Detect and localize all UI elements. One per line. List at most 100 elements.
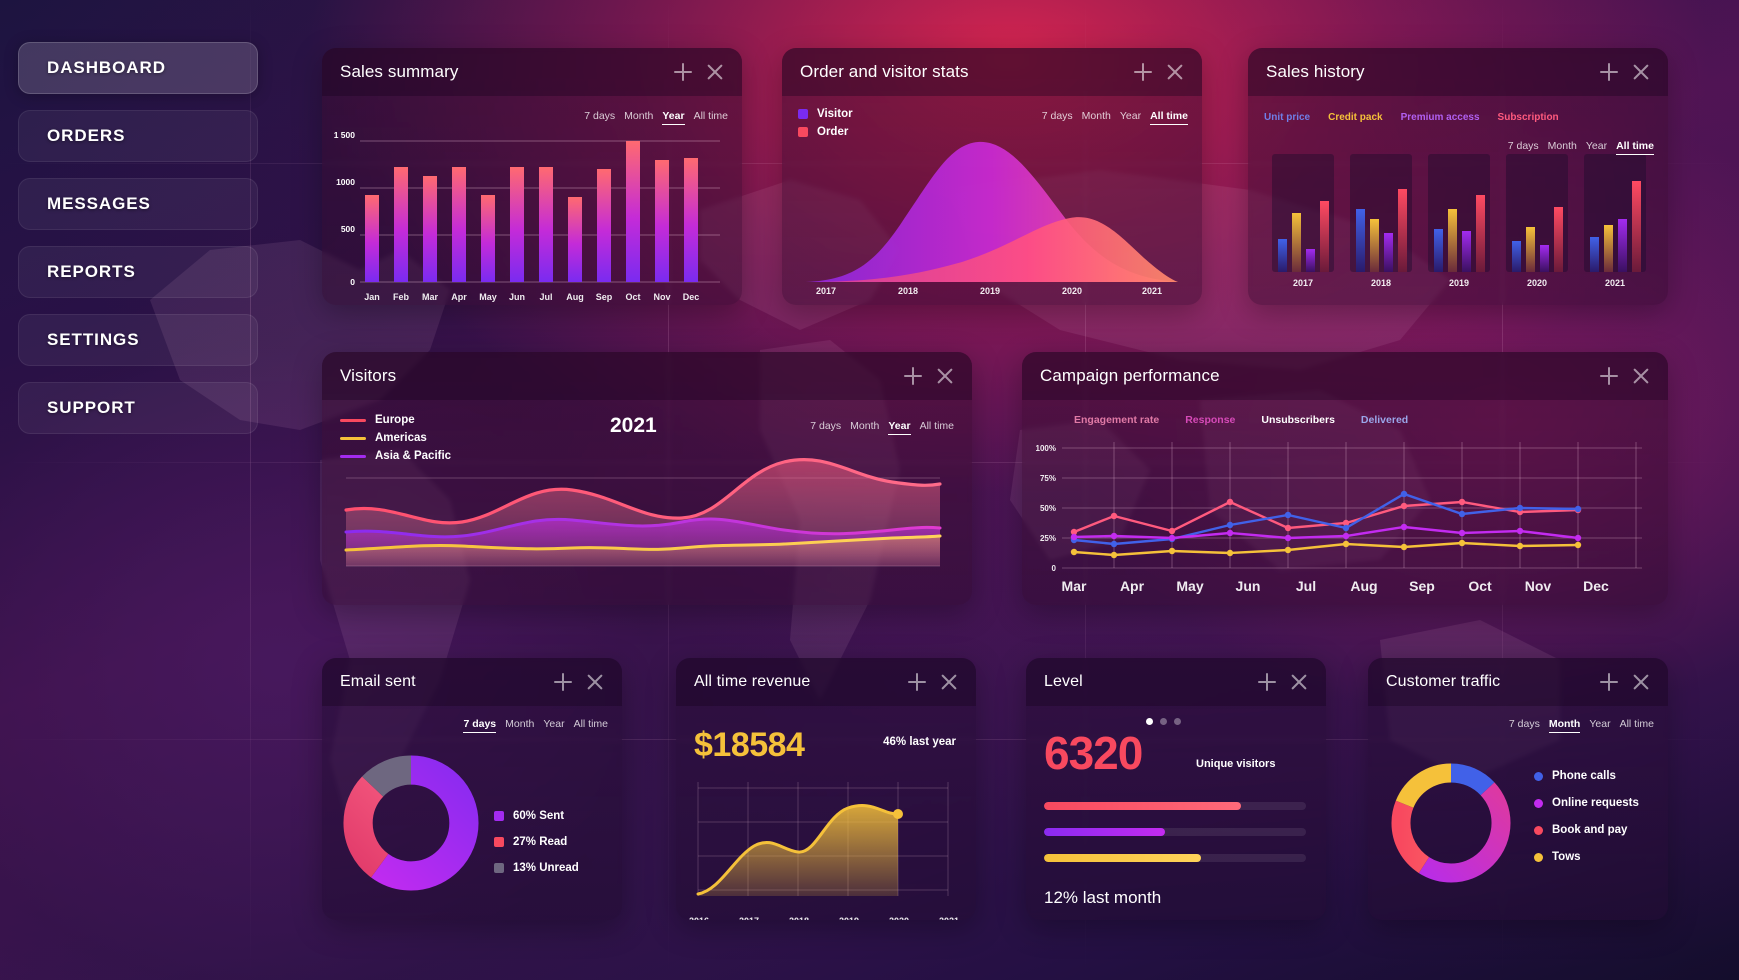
sidebar-item-settings[interactable]: SETTINGS [18,314,258,366]
close-icon[interactable] [936,367,954,385]
range-alltime[interactable]: All time [694,110,728,125]
series-response [1073,525,1579,540]
legend-item: Order [798,126,853,138]
range-year[interactable]: Year [1586,140,1607,155]
page-title: Order and visitor stats [800,62,969,81]
legend-swatch-sent [494,811,504,821]
plus-icon[interactable] [1600,673,1618,691]
range-alltime[interactable]: All time [574,718,608,733]
sidebar: DASHBOARD ORDERS MESSAGES REPORTS SETTIN… [18,42,258,450]
range-7days[interactable]: 7 days [584,110,615,125]
legend-premium-access[interactable]: Premium access [1401,112,1480,123]
close-icon[interactable] [1290,673,1308,691]
plus-icon[interactable] [904,367,922,385]
legend-credit-pack[interactable]: Credit pack [1328,112,1382,123]
range-7days[interactable]: 7 days [1509,718,1540,733]
pagination-dots[interactable] [1146,718,1181,725]
sidebar-item-reports[interactable]: REPORTS [18,246,258,298]
legend-item: 60% Sent [494,810,579,822]
card-body: 7 days Month Year All time Phone calls O… [1368,706,1668,920]
plus-icon[interactable] [908,673,926,691]
close-icon[interactable] [706,63,724,81]
range-7days[interactable]: 7 days [463,718,497,733]
legend-label: Online requests [1552,797,1639,809]
sidebar-item-orders[interactable]: ORDERS [18,110,258,162]
range-selector-visitors: 7 days Month Year All time [810,420,954,435]
page-title: Visitors [340,366,397,385]
pager-dot-3[interactable] [1174,718,1181,725]
legend-engagement-rate[interactable]: Engagement rate [1074,414,1159,426]
sidebar-item-label: ORDERS [47,126,126,145]
revenue-endpoint [893,809,903,819]
page-title: Customer traffic [1386,673,1501,690]
range-month[interactable]: Month [1082,110,1111,125]
pager-dot-2[interactable] [1160,718,1167,725]
pager-dot-1[interactable] [1146,718,1153,725]
sidebar-item-messages[interactable]: MESSAGES [18,178,258,230]
card-header: Email sent [322,658,622,706]
page-title: All time revenue [694,673,811,690]
level-bar-1-fill [1044,802,1241,810]
card-customer-traffic: Customer traffic 7 days Month Year All t… [1368,658,1668,920]
campaign-performance-chart: 100% 75% 50% 25% 0 [1036,442,1642,573]
range-month[interactable]: Month [505,718,534,733]
plus-icon[interactable] [674,63,692,81]
legend-swatch-tows [1534,852,1543,862]
range-alltime[interactable]: All time [1150,110,1188,125]
range-7days[interactable]: 7 days [1508,140,1539,155]
range-alltime[interactable]: All time [1620,718,1654,733]
legend-label: 13% Unread [513,862,579,874]
range-year[interactable]: Year [888,420,911,435]
card-body: 7 days Month Year All time 1 500 1000 50… [322,96,742,305]
legend-label: 60% Sent [513,810,565,822]
legend-swatch-book-and-pay [1534,825,1543,835]
legend-response[interactable]: Response [1185,414,1235,426]
plus-icon[interactable] [1600,63,1618,81]
range-year[interactable]: Year [1589,718,1610,733]
level-bar-2-fill [1044,828,1165,836]
card-level: Level 6320 Unique visitors 12% last mont… [1026,658,1326,920]
sidebar-item-dashboard[interactable]: DASHBOARD [18,42,258,94]
close-icon[interactable] [1166,63,1184,81]
sidebar-item-label: SUPPORT [47,398,136,417]
range-year[interactable]: Year [662,110,685,125]
range-year[interactable]: Year [1120,110,1141,125]
sidebar-item-support[interactable]: SUPPORT [18,382,258,434]
range-year[interactable]: Year [543,718,564,733]
close-icon[interactable] [1632,367,1650,385]
legend-swatch-order [798,127,808,137]
range-month[interactable]: Month [1548,718,1581,733]
plus-icon[interactable] [554,673,572,691]
legend-sales-history: Unit price Credit pack Premium access Su… [1264,112,1559,123]
close-icon[interactable] [1632,673,1650,691]
card-body: 7 days Month Year All time 60% Sent 27% … [322,706,622,920]
plus-icon[interactable] [1134,63,1152,81]
dashboard-root: DASHBOARD ORDERS MESSAGES REPORTS SETTIN… [0,0,1739,980]
close-icon[interactable] [586,673,604,691]
ytick-0: 0 [1052,564,1057,573]
bar-series [365,141,698,282]
legend-subscription[interactable]: Subscription [1498,112,1559,123]
range-month[interactable]: Month [1548,140,1577,155]
legend-campaign: Engagement rate Response Unsubscribers D… [1074,414,1408,426]
customer-traffic-donut [1391,763,1511,883]
legend-unit-price[interactable]: Unit price [1264,112,1310,123]
close-icon[interactable] [940,673,958,691]
legend-unsubscribers[interactable]: Unsubscribers [1261,414,1335,426]
range-alltime[interactable]: All time [920,420,954,435]
range-7days[interactable]: 7 days [1042,110,1073,125]
range-selector-order-visitor: 7 days Month Year All time [1042,110,1188,125]
range-7days[interactable]: 7 days [810,420,841,435]
legend-swatch-online-requests [1534,798,1543,808]
level-unit-label: Unique visitors [1196,758,1276,770]
plus-icon[interactable] [1258,673,1276,691]
level-bars [1044,802,1306,862]
range-month[interactable]: Month [624,110,653,125]
card-body: 6320 Unique visitors 12% last month [1026,706,1326,920]
legend-delivered[interactable]: Delivered [1361,414,1408,426]
range-alltime[interactable]: All time [1616,140,1654,155]
plus-icon[interactable] [1600,367,1618,385]
ytick-0: 0 [350,277,355,287]
range-month[interactable]: Month [850,420,879,435]
close-icon[interactable] [1632,63,1650,81]
